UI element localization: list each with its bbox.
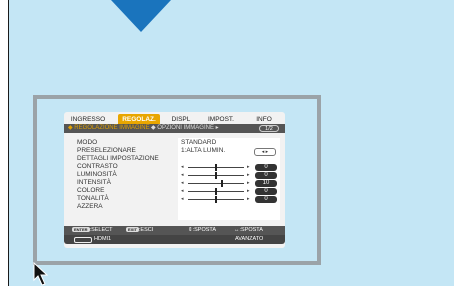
screen-marker-triangle	[111, 0, 171, 32]
mouse-cursor-icon	[33, 262, 49, 286]
contrasto-slider[interactable]: ◂ ▸	[181, 164, 253, 171]
menu-item-modo[interactable]: MODO	[77, 139, 97, 147]
help-move-vertical: ⇕:SPOSTA	[188, 227, 217, 233]
osd-menu: INGRESSO REGOLAZ. DISPL IMPOST. INFO ◆ R…	[64, 112, 285, 248]
tonalita-value: 0	[255, 196, 277, 203]
hdmi-icon	[74, 237, 92, 243]
menu-item-dettagli-impostazione[interactable]: DETTAGLI IMPOSTAZIONE	[77, 155, 159, 163]
contrasto-value: 0	[255, 164, 277, 171]
intensita-value: 10	[255, 180, 277, 187]
colore-value: 0	[255, 188, 277, 195]
modo-value: STANDARD	[181, 139, 217, 146]
menu-item-tonalita[interactable]: TONALITÀ	[77, 195, 109, 203]
menu-item-azzera[interactable]: AZZERA	[77, 203, 103, 211]
page-indicator: 1/2	[259, 125, 279, 132]
luminosita-slider[interactable]: ◂ ▸	[181, 172, 253, 179]
enter-key-icon: ENTER	[72, 227, 90, 233]
preselezionare-value: 1:ALTA LUMIN.	[181, 147, 226, 154]
menu-mode-label: AVANZATO	[235, 236, 264, 242]
preselezionare-selector[interactable]: ◂ ▸	[254, 148, 276, 156]
menu-item-intensita[interactable]: INTENSITÀ	[77, 179, 111, 187]
tonalita-slider[interactable]: ◂ ▸	[181, 196, 253, 203]
intensita-slider[interactable]: ◂ ▸	[181, 180, 253, 187]
footer-help: ENTER:SELECT EXIT:ESCI ⇕:SPOSTA ↔:SPOSTA	[64, 226, 285, 235]
source-label: HDMI1	[94, 236, 112, 242]
help-select: ENTER:SELECT	[72, 227, 113, 233]
menu-item-contrasto[interactable]: CONTRASTO	[77, 163, 118, 171]
exit-key-icon: EXIT	[126, 227, 139, 233]
breadcrumb-next[interactable]: ◆ OPZIONI IMMAGINE ▸	[151, 124, 219, 133]
menu-item-colore[interactable]: COLORE	[77, 187, 104, 195]
menu-item-luminosita[interactable]: LUMINOSITÀ	[77, 171, 117, 179]
breadcrumb: ◆ REGOLAZIONE IMMAGINE ◆ OPZIONI IMMAGIN…	[64, 124, 285, 133]
footer-status: HDMI1 AVANZATO	[64, 235, 285, 244]
breadcrumb-current[interactable]: ◆ REGOLAZIONE IMMAGINE	[68, 124, 150, 133]
menu-item-preselezionare[interactable]: PRESELEZIONARE	[77, 147, 136, 155]
luminosita-value: 0	[255, 172, 277, 179]
help-move-horizontal: ↔:SPOSTA	[234, 227, 263, 233]
help-exit: EXIT:ESCI	[126, 227, 154, 233]
colore-slider[interactable]: ◂ ▸	[181, 188, 253, 195]
